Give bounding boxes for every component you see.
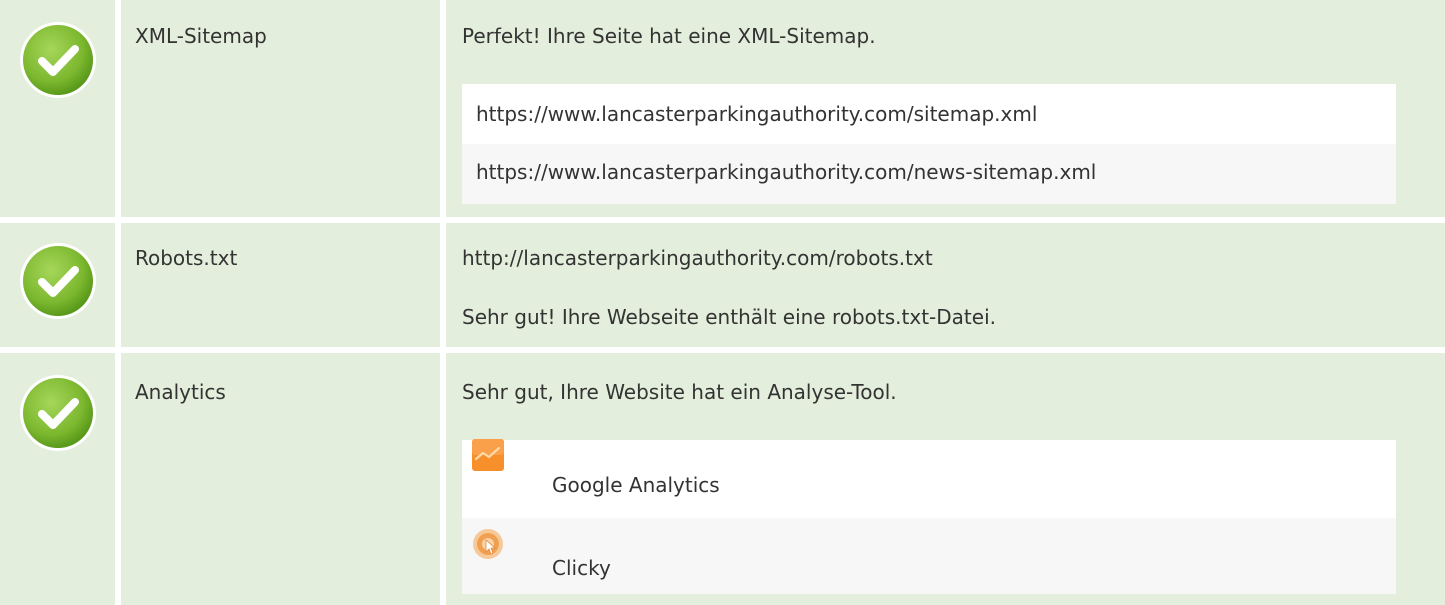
row-robots-detail-cell: http://lancasterparkingauthority.com/rob… bbox=[446, 223, 1445, 347]
google-analytics-icon bbox=[472, 439, 504, 471]
result-message: Sehr gut, Ihre Website hat ein Analyse-T… bbox=[462, 380, 897, 404]
row-analytics-detail-cell: Sehr gut, Ihre Website hat ein Analyse-T… bbox=[446, 353, 1445, 605]
row-xml-sitemap-status-cell bbox=[0, 0, 115, 217]
check-icon bbox=[18, 20, 98, 100]
analytics-tool-list: Google Analytics Clicky bbox=[462, 439, 1396, 594]
clicky-icon bbox=[472, 528, 504, 560]
sitemap-url: https://www.lancasterparkingauthority.co… bbox=[476, 102, 1038, 126]
row-analytics-status-cell bbox=[0, 353, 115, 605]
row-label: Robots.txt bbox=[135, 246, 238, 270]
list-item: https://www.lancasterparkingauthority.co… bbox=[462, 144, 1396, 204]
row-label: XML-Sitemap bbox=[135, 24, 267, 48]
sitemap-url-list: https://www.lancasterparkingauthority.co… bbox=[462, 84, 1396, 204]
row-robots-label-cell: Robots.txt bbox=[121, 223, 440, 347]
list-item: Google Analytics bbox=[462, 439, 1396, 518]
robots-url: http://lancasterparkingauthority.com/rob… bbox=[462, 246, 933, 270]
tool-name: Google Analytics bbox=[552, 473, 720, 497]
seo-results-table: XML-Sitemap Perfekt! Ihre Seite hat eine… bbox=[0, 0, 1445, 605]
list-item: https://www.lancasterparkingauthority.co… bbox=[462, 84, 1396, 144]
result-message: Perfekt! Ihre Seite hat eine XML-Sitemap… bbox=[462, 24, 876, 48]
row-robots-status-cell bbox=[0, 223, 115, 347]
result-message: Sehr gut! Ihre Webseite enthält eine rob… bbox=[462, 305, 996, 329]
row-xml-sitemap-label-cell: XML-Sitemap bbox=[121, 0, 440, 217]
row-label: Analytics bbox=[135, 380, 226, 404]
row-analytics-label-cell: Analytics bbox=[121, 353, 440, 605]
row-xml-sitemap-detail-cell: Perfekt! Ihre Seite hat eine XML-Sitemap… bbox=[446, 0, 1445, 217]
sitemap-url: https://www.lancasterparkingauthority.co… bbox=[476, 160, 1097, 184]
check-icon bbox=[18, 373, 98, 453]
check-icon bbox=[18, 241, 98, 321]
list-item: Clicky bbox=[462, 518, 1396, 594]
tool-name: Clicky bbox=[552, 556, 611, 580]
